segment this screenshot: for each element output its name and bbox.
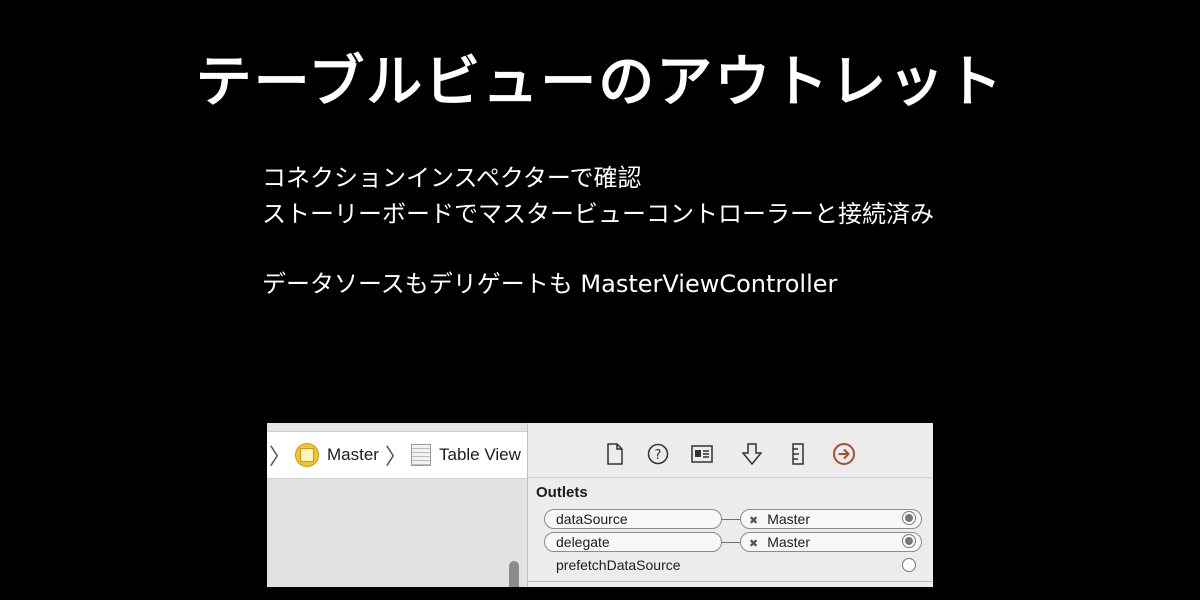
xcode-screenshot: 〉 Master 〉 Table View ? Outlets dataSour…: [267, 423, 933, 587]
size-inspector-icon[interactable]: [785, 441, 811, 467]
file-inspector-icon[interactable]: [602, 441, 628, 467]
disconnect-icon[interactable]: ✖: [749, 538, 758, 550]
inspector-toolbar: ?: [528, 431, 933, 478]
scrollbar-thumb[interactable]: [509, 561, 519, 587]
outlet-row-datasource: dataSource ✖ Master: [528, 509, 933, 531]
view-controller-icon: [295, 443, 320, 467]
jump-bar: 〉 Master 〉 Table View: [267, 431, 527, 479]
empty-connection-circle-icon[interactable]: [902, 558, 916, 572]
slide-title: テーブルビューのアウトレット: [195, 50, 1005, 115]
outlet-name: dataSource: [544, 509, 722, 529]
outlet-target[interactable]: ✖ Master: [740, 509, 922, 529]
outlets-section-title: Outlets: [536, 484, 588, 501]
bullet-line-1: コネクションインスペクターで確認: [262, 164, 642, 192]
jumpbar-item-table-view[interactable]: Table View: [439, 445, 521, 465]
svg-text:?: ?: [655, 448, 662, 463]
connections-inspector-icon[interactable]: [831, 441, 857, 467]
connection-line: [722, 542, 740, 543]
disconnect-icon[interactable]: ✖: [749, 515, 758, 527]
outlet-target-label: Master: [767, 534, 811, 550]
bullet-list: コネクションインスペクターで確認 ストーリーボードでマスタービューコントローラー…: [262, 160, 934, 302]
bullet-line-3: データソースもデリゲートも MasterViewController: [262, 270, 838, 298]
outlet-row-delegate: delegate ✖ Master: [528, 532, 933, 554]
attributes-inspector-icon[interactable]: [739, 441, 765, 467]
divider: [528, 581, 933, 582]
outlet-row-prefetch: prefetchDataSource: [528, 556, 933, 578]
quick-help-icon[interactable]: ?: [645, 441, 671, 467]
connections-inspector: ? Outlets dataSource ✖ Master delegate ✖…: [528, 423, 933, 587]
connection-line: [722, 519, 740, 520]
chevron-right-icon: 〉: [384, 444, 407, 469]
canvas-area[interactable]: [267, 479, 527, 587]
outlet-name: delegate: [544, 532, 722, 552]
bullet-line-2: ストーリーボードでマスタービューコントローラーと接続済み: [262, 200, 934, 228]
table-view-icon: [411, 444, 431, 466]
outlet-target[interactable]: ✖ Master: [740, 532, 922, 552]
identity-inspector-icon[interactable]: [689, 441, 715, 467]
connection-circle-icon[interactable]: [902, 511, 916, 525]
jumpbar-item-master[interactable]: Master: [327, 445, 379, 465]
storyboard-editor: 〉 Master 〉 Table View: [267, 423, 528, 587]
outlet-name: prefetchDataSource: [556, 557, 681, 573]
outlet-target-label: Master: [767, 511, 811, 527]
connection-circle-icon[interactable]: [902, 534, 916, 548]
chevron-right-icon: 〉: [269, 444, 292, 469]
